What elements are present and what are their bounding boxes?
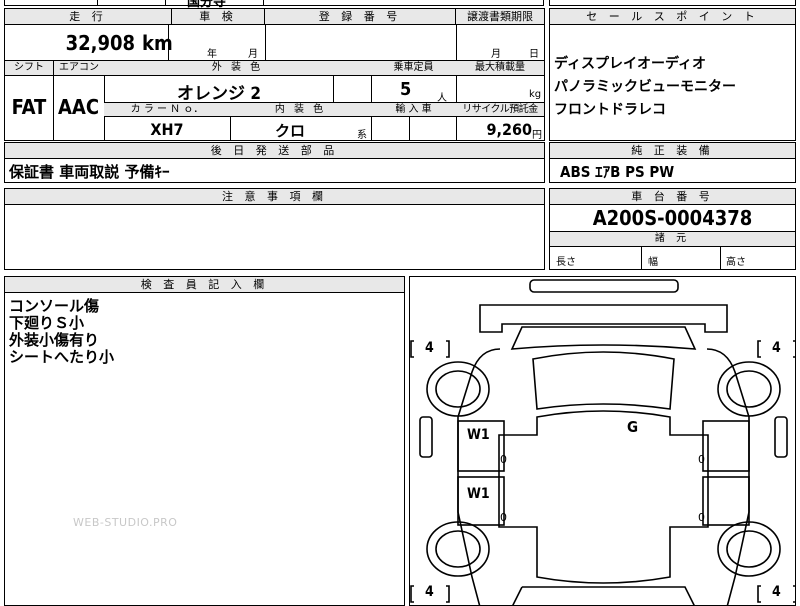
- recycle-unit: 円: [532, 130, 542, 141]
- aircon-label: エアコン: [53, 61, 104, 76]
- rear-bumper: [512, 586, 695, 605]
- interior-suffix: 系: [357, 130, 367, 141]
- parts-label: 後 日 発 送 部 品: [5, 143, 544, 159]
- vehicle-info-table: 走 行 車 検 登 録 番 号 譲渡書類期限 32,908 km 年 月 月 日…: [4, 8, 545, 141]
- cabin: [498, 410, 709, 584]
- left-front-wheel: [426, 361, 490, 417]
- equipment-value: ABS ｴｱB PS PW: [560, 163, 675, 181]
- chassis-number: A200S-0004378: [592, 206, 753, 230]
- transfer-month-unit: 月: [491, 49, 501, 60]
- right-mirror: [774, 416, 788, 458]
- interior-label: 内 装 色: [230, 103, 371, 117]
- right-front-door: [702, 420, 750, 472]
- left-mirror: [419, 416, 433, 458]
- front-bumper: [529, 279, 679, 293]
- capacity-label: 乗車定員: [371, 61, 456, 76]
- front-bumper-outline: [479, 304, 728, 333]
- notes-label: 注 意 事 項 欄: [5, 189, 544, 205]
- inspection-year-unit: 年: [207, 49, 217, 60]
- exterior-label: 外 装 色: [104, 61, 371, 76]
- tire-front-right: 4: [772, 340, 781, 356]
- right-rear-door: [702, 476, 750, 526]
- inspector-line: シートへたり小: [9, 348, 115, 366]
- right-rear-door-value: 0: [698, 511, 705, 524]
- aircon-value: AAC: [57, 95, 100, 119]
- dimension-length-label: 長さ: [556, 257, 576, 268]
- inspection-month-unit: 月: [248, 49, 258, 60]
- car-diagram-panel: 4 4 4 4 W1 0 W1 0 G 0 0: [409, 276, 796, 606]
- shift-label: シフト: [5, 61, 53, 76]
- chassis-panel: 車 台 番 号 A200S-0004378 諸 元 長さ 幅 高さ: [549, 188, 796, 270]
- color-no-label: カ ラ ー Ｎ ｏ．: [104, 103, 230, 117]
- chassis-label: 車 台 番 号: [550, 189, 795, 205]
- watermark: WEB-STUDIO.PRO: [73, 516, 178, 529]
- right-rear-wheel: [717, 521, 781, 577]
- window-rear-value: 0: [500, 511, 507, 524]
- inspector-panel: 検 査 員 記 入 欄 コンソール傷 下廻りＳ小 外装小傷有り シートへたり小 …: [4, 276, 405, 606]
- mileage-label: 走 行: [5, 9, 172, 25]
- color-no-value: XH7: [150, 120, 184, 139]
- recycle-value: 9,260: [486, 120, 532, 139]
- import-label: 輸 入 車: [371, 103, 456, 117]
- shift-value: FAT: [11, 95, 47, 119]
- capacity-value: 5: [400, 79, 412, 100]
- mileage-unit: km: [142, 31, 173, 55]
- right-front-wheel: [717, 361, 781, 417]
- dimension-width-label: 幅: [648, 257, 658, 268]
- equipment-panel: 純 正 装 備 ABS ｴｱB PS PW: [549, 142, 796, 183]
- notes-panel: 注 意 事 項 欄: [4, 188, 545, 270]
- inspector-label: 検 査 員 記 入 欄: [5, 277, 404, 293]
- load-label: 最大積載量: [456, 61, 544, 76]
- tire-rear-left: 4: [425, 584, 434, 600]
- parts-value: 保証書 車両取説 予備ｷｰ: [9, 163, 170, 181]
- transfer-label: 譲渡書類期限: [456, 9, 544, 25]
- transfer-day-unit: 日: [529, 49, 539, 60]
- sales-point-item: パノラミックビューモニター: [554, 79, 736, 95]
- window-front-value: 0: [500, 453, 507, 466]
- dimension-height-label: 高さ: [726, 257, 746, 268]
- sales-point-item: ディスプレイオーディオ: [554, 56, 707, 72]
- top-strip-right: [549, 0, 796, 6]
- left-rear-wheel: [426, 521, 490, 577]
- top-strip: 国分寺: [4, 0, 544, 10]
- equipment-label: 純 正 装 備: [550, 143, 795, 159]
- dimensions-label: 諸 元: [550, 232, 795, 247]
- exterior-value: オレンジ 2: [177, 84, 261, 104]
- mileage-value: 32,908: [65, 31, 135, 55]
- right-front-door-value: 0: [698, 453, 705, 466]
- hood: [510, 326, 697, 350]
- sales-points-label: セ ー ル ス ポ イ ン ト: [550, 9, 795, 25]
- window-rear-mark: W1: [467, 486, 490, 502]
- tire-front-left: 4: [425, 340, 434, 356]
- windshield: [532, 351, 675, 410]
- parts-panel: 後 日 発 送 部 品 保証書 車両取説 予備ｷｰ: [4, 142, 545, 183]
- inspection-label: 車 検: [172, 9, 265, 25]
- window-front-mark: W1: [467, 427, 490, 443]
- recycle-label: リサイクル預託金: [456, 103, 544, 117]
- tire-rear-right: 4: [772, 584, 781, 600]
- registration-label: 登 録 番 号: [265, 9, 456, 25]
- sales-point-item: フロントドラレコ: [554, 102, 666, 118]
- sales-points-panel: セ ー ル ス ポ イ ン ト ディスプレイオーディオ パノラミックビューモニタ…: [549, 8, 796, 141]
- roof-mark: G: [627, 418, 639, 436]
- interior-value: クロ: [274, 122, 305, 140]
- load-unit: kg: [529, 89, 542, 100]
